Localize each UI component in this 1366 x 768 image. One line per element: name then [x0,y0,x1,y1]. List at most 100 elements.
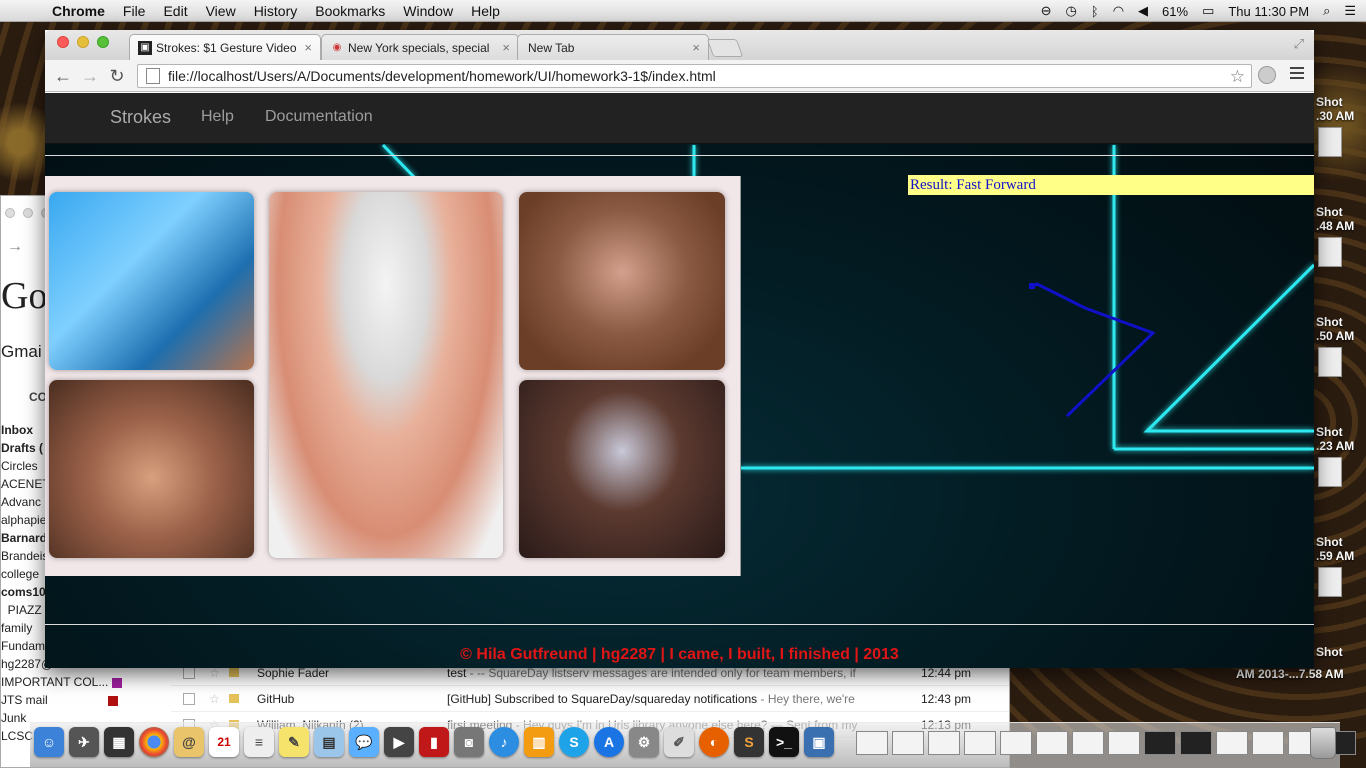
fullscreen-icon[interactable]: ⤢ [1294,36,1304,52]
minimized-window[interactable] [1036,731,1068,755]
iphoto-icon[interactable]: ◙ [454,727,484,757]
menu-window[interactable]: Window [403,3,453,19]
close-tab-icon[interactable]: × [304,40,312,55]
mission-control-icon[interactable]: ▦ [104,727,134,757]
tab-new-tab[interactable]: New Tab × [517,34,709,60]
minimized-window[interactable] [1000,731,1032,755]
script-editor-icon[interactable]: ✐ [664,727,694,757]
trash-icon[interactable] [1310,727,1336,759]
battery-percent[interactable]: 61% [1162,4,1188,19]
importance-marker-icon[interactable] [229,668,239,677]
notification-center-icon[interactable]: ☰ [1344,3,1356,19]
desktop-file[interactable]: Shot .23 AM [1316,425,1366,495]
notes-icon[interactable]: ≡ [244,727,274,757]
google-logo[interactable]: Go [1,274,47,318]
app-menu[interactable]: Chrome [52,3,105,19]
close-button[interactable] [5,208,15,218]
new-tab-button[interactable] [706,39,744,57]
minimized-window[interactable] [1072,731,1104,755]
volume-icon[interactable]: ◀ [1138,3,1148,19]
minimized-window[interactable] [928,731,960,755]
time-machine-icon[interactable]: ◷ [1066,3,1077,19]
importance-marker-icon[interactable] [229,694,239,703]
close-tab-icon[interactable]: × [502,40,510,55]
sidebar-item[interactable]: JTS mail [1,691,161,709]
table-row[interactable]: ☆ GitHub [GitHub] Subscribed to SquareDa… [171,686,1009,712]
label-color-swatch [112,677,123,688]
minimized-window[interactable] [856,731,888,755]
gesture-canvas[interactable] [45,93,1314,668]
clock[interactable]: Thu 11:30 PM [1228,4,1309,19]
stickies-icon[interactable]: ✎ [279,727,309,757]
contacts-icon[interactable]: @ [174,727,204,757]
do-not-disturb-icon[interactable]: ⊖ [1041,3,1052,19]
menu-bookmarks[interactable]: Bookmarks [315,3,385,19]
image-capture-icon[interactable]: ▣ [804,727,834,757]
calendar-icon[interactable]: 21 [209,727,239,757]
wifi-icon[interactable]: ◠ [1113,3,1124,19]
terminal-icon[interactable]: >_ [769,727,799,757]
finder-icon[interactable]: ☺ [34,727,64,757]
file-thumbnail [1318,127,1342,157]
minimized-window[interactable] [1108,731,1140,755]
minimized-window[interactable] [892,731,924,755]
facetime-icon[interactable]: ▶ [384,727,414,757]
desktop-file[interactable]: Shot .48 AM [1316,205,1366,275]
file-label: Shot [1316,535,1343,549]
skype-icon[interactable]: S [559,727,589,757]
app-store-icon[interactable]: A [594,727,624,757]
close-window-button[interactable] [57,36,69,48]
tab-strokes[interactable]: ▣ Strokes: $1 Gesture Video × [129,34,321,60]
sidebar-item-label: IMPORTANT COL... [1,675,109,689]
back-button[interactable]: ← [53,66,73,87]
back-arrow-icon[interactable]: → [7,238,23,256]
address-bar[interactable]: file://localhost/Users/A/Documents/devel… [137,64,1252,88]
row-checkbox[interactable] [183,692,195,705]
launchpad-icon[interactable]: ✈ [69,727,99,757]
spotlight-search-icon[interactable]: ⌕ [1323,3,1330,19]
itunes-icon[interactable]: ♪ [489,727,519,757]
desktop-file[interactable]: Shot .50 AM [1316,315,1366,385]
menu-file[interactable]: File [123,3,146,19]
system-preferences-icon[interactable]: ⚙ [629,727,659,757]
reload-button[interactable]: ↻ [107,66,127,87]
minimize-button[interactable] [23,208,33,218]
ibooks-icon[interactable]: ▥ [524,727,554,757]
battery-icon[interactable]: ▭ [1202,3,1214,19]
zoom-window-button[interactable] [97,36,109,48]
sublime-text-icon[interactable]: S [734,727,764,757]
menu-help[interactable]: Help [471,3,500,19]
menu-edit[interactable]: Edit [163,3,187,19]
minimized-window[interactable] [964,731,996,755]
minimized-window[interactable] [1144,731,1176,755]
sidebar-item[interactable]: IMPORTANT COL... [1,673,161,691]
desktop-file[interactable]: Shot .59 AM [1316,535,1366,605]
firefox-icon[interactable]: ◐ [699,727,729,757]
menu-history[interactable]: History [254,3,298,19]
bookmark-star-icon[interactable]: ☆ [1230,67,1245,87]
forward-button[interactable]: → [80,66,100,87]
row-checkbox[interactable] [183,666,195,679]
minimized-window[interactable] [1252,731,1284,755]
minimized-window[interactable] [1180,731,1212,755]
dock-apps: ☺ ✈ ▦ @ 21 ≡ ✎ ▤ 💬 ▶ ▮ ◙ ♪ ▥ S A ⚙ ✐ ◐ S… [34,727,834,757]
close-tab-icon[interactable]: × [692,40,700,55]
chrome-icon[interactable] [139,727,169,757]
menu-bar: Chrome File Edit View History Bookmarks … [0,0,1366,22]
bluetooth-icon[interactable]: ᛒ [1091,4,1099,19]
file-time: .23 AM [1316,439,1355,453]
tab-new-york-specials[interactable]: ◉ New York specials, special × [321,34,519,60]
photo-booth-icon[interactable]: ▮ [419,727,449,757]
extension-icon[interactable] [1258,66,1276,84]
desktop-file[interactable]: Shot .30 AM [1316,95,1366,165]
minimized-window[interactable] [1216,731,1248,755]
file-time: .30 AM [1316,109,1355,123]
minimize-window-button[interactable] [77,36,89,48]
messages-icon[interactable]: 💬 [349,727,379,757]
menu-view[interactable]: View [206,3,236,19]
chrome-menu-icon[interactable] [1290,67,1304,82]
desktop-file[interactable]: Shot [1316,645,1366,659]
star-icon[interactable]: ☆ [209,692,229,706]
gmail-label[interactable]: Gmai [1,342,42,362]
preview-icon[interactable]: ▤ [314,727,344,757]
